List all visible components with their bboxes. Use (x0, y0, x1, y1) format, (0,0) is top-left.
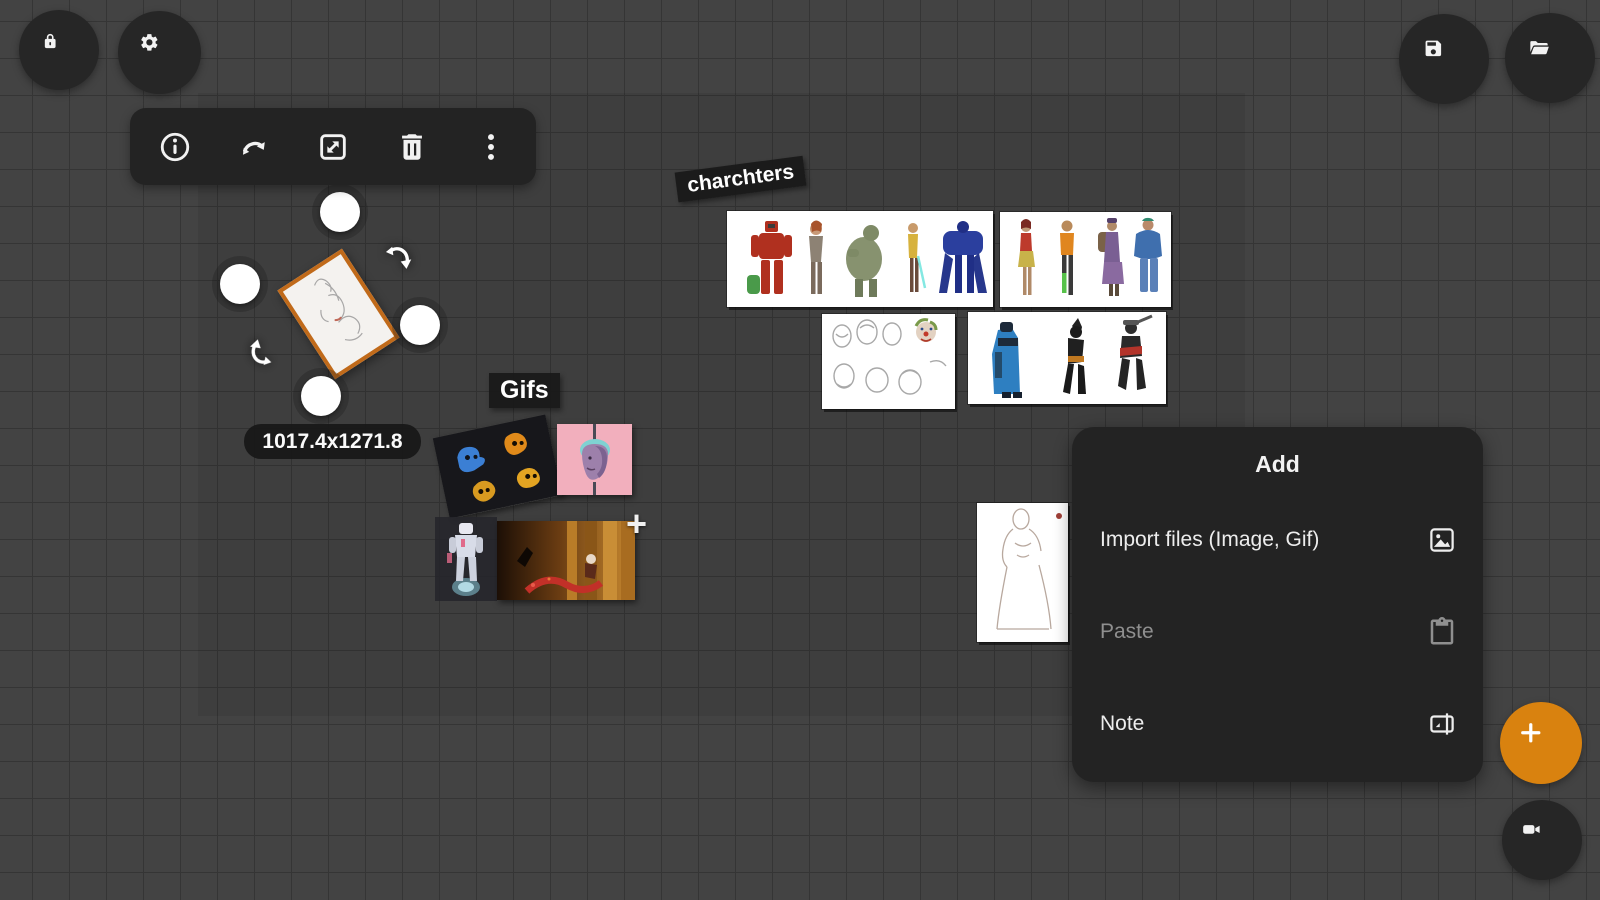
gif-face-thumbnail[interactable] (557, 424, 632, 495)
rotate-handle-icon[interactable] (378, 242, 416, 280)
sketch-faces-art (822, 314, 955, 409)
label-gifs[interactable]: Gifs (489, 373, 560, 408)
menu-item-import-files[interactable]: Import files (Image, Gif) (1072, 512, 1483, 568)
image-character-lineup-1[interactable] (727, 211, 993, 307)
character-lineup-2-art (1000, 212, 1171, 307)
note-icon (1427, 709, 1457, 739)
woman-sketch-art (977, 503, 1068, 642)
resize-icon[interactable] (316, 130, 350, 164)
resize-handle-bottom[interactable] (301, 376, 341, 416)
character-lineup-1-art (727, 211, 993, 307)
resize-handle-top[interactable] (320, 192, 360, 232)
more-vertical-icon[interactable] (474, 130, 508, 164)
gif-robot-art (435, 517, 497, 601)
lock-icon (41, 32, 78, 69)
image-fighters[interactable] (968, 312, 1166, 404)
settings-button[interactable] (118, 11, 201, 94)
image-woman-sketch[interactable] (977, 503, 1068, 642)
fighters-art (968, 312, 1166, 404)
save-icon (1423, 38, 1464, 79)
gif-face-art (557, 424, 632, 495)
record-button[interactable] (1502, 800, 1582, 880)
add-menu-title: Add (1072, 451, 1483, 478)
trash-icon[interactable] (395, 130, 429, 164)
image-character-lineup-2[interactable] (1000, 212, 1171, 307)
import-files-label: Import files (Image, Gif) (1100, 528, 1319, 552)
lock-button[interactable] (19, 10, 99, 90)
add-fab-button[interactable] (1500, 702, 1582, 784)
menu-item-paste[interactable]: Paste (1072, 604, 1483, 660)
gif-scene-art (497, 521, 635, 600)
gif-robot-thumbnail[interactable] (435, 517, 497, 601)
open-board-button[interactable] (1505, 13, 1595, 103)
note-label: Note (1100, 712, 1144, 736)
save-button[interactable] (1399, 14, 1489, 104)
image-sketch-faces[interactable] (822, 314, 955, 409)
selection-size-badge: 1017.4x1271.8 (244, 424, 421, 459)
add-menu: Add Import files (Image, Gif) Paste Note (1072, 427, 1483, 782)
menu-item-note[interactable]: Note (1072, 696, 1483, 752)
info-icon[interactable] (158, 130, 192, 164)
gif-scene-thumbnail[interactable] (497, 521, 635, 600)
plus-icon (1517, 719, 1565, 767)
group-plus-mark[interactable]: + (626, 503, 647, 545)
resize-handle-right[interactable] (400, 305, 440, 345)
video-camera-icon (1521, 819, 1563, 861)
paste-icon (1427, 617, 1457, 647)
selection-toolbar (130, 108, 536, 185)
folder-open-icon (1528, 36, 1573, 81)
gear-icon (139, 32, 181, 74)
undo-icon[interactable] (237, 130, 271, 164)
paste-label: Paste (1100, 620, 1154, 644)
image-icon (1427, 525, 1457, 555)
resize-handle-left[interactable] (220, 264, 260, 304)
